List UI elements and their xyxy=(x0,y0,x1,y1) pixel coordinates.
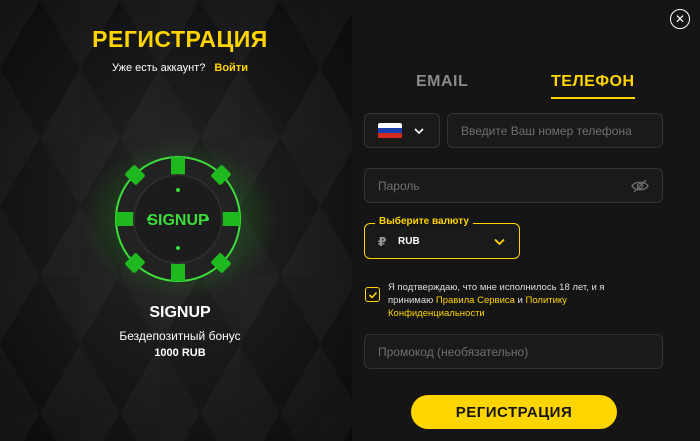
terms-and: и xyxy=(514,295,526,306)
page-title: РЕГИСТРАЦИЯ xyxy=(92,26,268,52)
currency-value: RUB xyxy=(398,236,420,247)
password-input[interactable] xyxy=(378,178,649,193)
tab-email[interactable]: EMAIL xyxy=(416,73,468,91)
have-account-row: Уже есть аккаунт? Войти xyxy=(0,62,360,74)
phone-field-wrapper xyxy=(447,113,663,148)
promo-code-field-wrapper xyxy=(364,334,663,369)
close-icon: ✕ xyxy=(674,12,686,26)
service-rules-link[interactable]: Правила Сервиса xyxy=(436,295,515,306)
russia-flag-icon xyxy=(378,122,402,139)
terms-checkbox[interactable] xyxy=(365,287,380,302)
terms-text: Я подтверждаю, что мне исполнилось 18 ле… xyxy=(388,281,638,320)
promo-code-input[interactable] xyxy=(378,344,649,359)
tab-phone[interactable]: ТЕЛЕФОН xyxy=(551,73,635,99)
login-link[interactable]: Войти xyxy=(214,62,248,74)
password-field-wrapper xyxy=(364,168,663,203)
have-account-text: Уже есть аккаунт? xyxy=(112,62,206,74)
phone-input[interactable] xyxy=(461,123,649,138)
country-selector[interactable] xyxy=(364,113,440,148)
promo-bonus-text: Бездепозитный бонус xyxy=(119,329,241,343)
eye-off-icon[interactable] xyxy=(631,178,649,194)
chip-label: SIGNUP xyxy=(147,212,209,229)
promo-bonus-amount: 1000 RUB xyxy=(154,347,206,359)
promo-name: SIGNUP xyxy=(149,304,211,321)
check-icon xyxy=(368,291,377,299)
currency-label: Выберите валюту xyxy=(375,216,473,227)
chevron-down-icon xyxy=(414,127,424,134)
poker-chip-icon: SIGNUP xyxy=(115,156,241,282)
chevron-down-icon xyxy=(494,238,505,246)
close-button[interactable]: ✕ xyxy=(670,9,690,29)
ruble-icon: ₽ xyxy=(378,235,387,249)
currency-select[interactable]: Выберите валюту ₽ RUB xyxy=(364,216,520,259)
register-button[interactable]: РЕГИСТРАЦИЯ xyxy=(411,395,617,429)
